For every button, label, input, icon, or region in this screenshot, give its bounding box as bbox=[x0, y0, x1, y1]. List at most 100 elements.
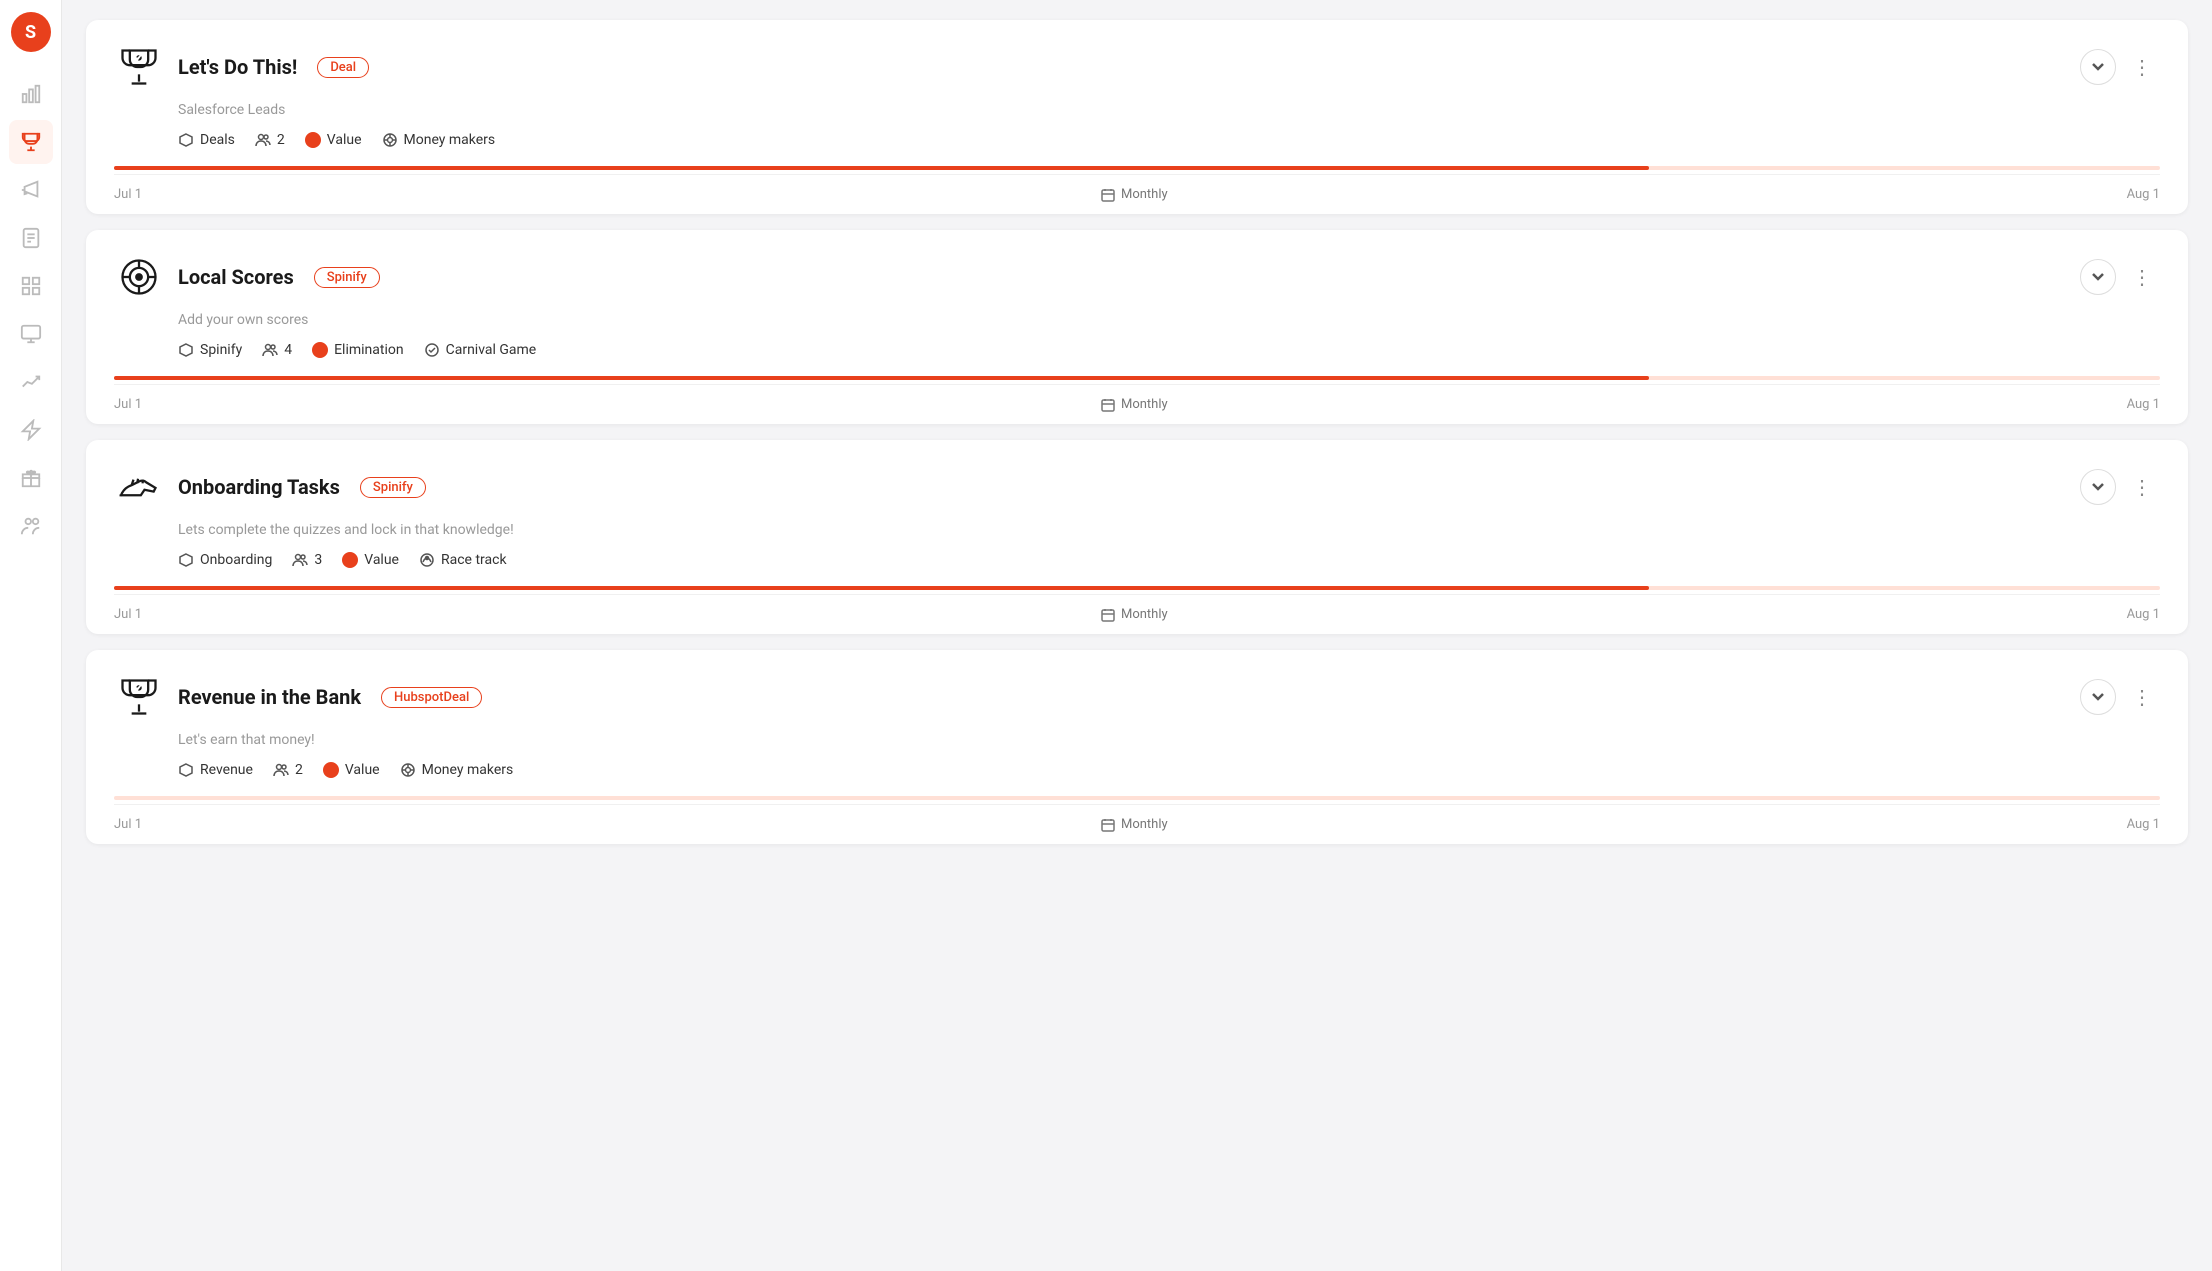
start-date-4: Jul 1 bbox=[114, 817, 142, 832]
card-subtitle-2: Add your own scores bbox=[114, 312, 2160, 328]
card-title-group-4: Revenue in the Bank HubspotDeal bbox=[178, 685, 482, 709]
more-options-button-1[interactable]: ⋮ bbox=[2124, 49, 2160, 85]
card-header-left-2: Local Scores Spinify bbox=[114, 252, 380, 302]
tag-metric-1: Deals bbox=[178, 132, 235, 148]
card-header-3: Onboarding Tasks Spinify ⋮ bbox=[114, 462, 2160, 512]
card-badge-4: HubspotDeal bbox=[381, 687, 482, 708]
card-controls-2: ⋮ bbox=[2080, 259, 2160, 295]
progress-bar-container-3 bbox=[114, 586, 2160, 590]
frequency-2: Monthly bbox=[1101, 397, 1168, 412]
card-tags-1: Deals 2 Value Money makers bbox=[114, 132, 2160, 148]
trophy-icon-4 bbox=[114, 672, 164, 722]
tag-visual-3: Race track bbox=[419, 552, 507, 568]
start-date-1: Jul 1 bbox=[114, 187, 142, 202]
card-header-1: Let's Do This! Deal ⋮ bbox=[114, 42, 2160, 92]
tag-visual-2: Carnival Game bbox=[424, 342, 537, 358]
sidebar-item-rewards[interactable] bbox=[9, 456, 53, 500]
progress-bar-container-4 bbox=[114, 796, 2160, 800]
card-header-left-3: Onboarding Tasks Spinify bbox=[114, 462, 426, 512]
end-date-2: Aug 1 bbox=[2127, 397, 2160, 412]
card-footer-3: Jul 1 Monthly Aug 1 bbox=[114, 594, 2160, 634]
value-dot-4 bbox=[323, 762, 339, 778]
trophy-icon-1 bbox=[114, 42, 164, 92]
collapse-button-4[interactable] bbox=[2080, 679, 2116, 715]
card-tags-4: Revenue 2 Value bbox=[114, 762, 2160, 778]
tag-users-1: 2 bbox=[255, 132, 285, 148]
collapse-button-3[interactable] bbox=[2080, 469, 2116, 505]
card-title-1: Let's Do This! bbox=[178, 55, 297, 79]
sidebar-item-competitions[interactable] bbox=[9, 120, 53, 164]
tag-metric-4: Revenue bbox=[178, 762, 253, 778]
card-badge-1: Deal bbox=[317, 57, 369, 78]
tag-visual-1: Money makers bbox=[382, 132, 496, 148]
tag-users-4: 2 bbox=[273, 762, 303, 778]
end-date-3: Aug 1 bbox=[2127, 607, 2160, 622]
frequency-1: Monthly bbox=[1101, 187, 1168, 202]
card-controls-4: ⋮ bbox=[2080, 679, 2160, 715]
tag-metric-2: Spinify bbox=[178, 342, 242, 358]
competition-card-3: Onboarding Tasks Spinify ⋮ Lets complete… bbox=[86, 440, 2188, 634]
collapse-button-2[interactable] bbox=[2080, 259, 2116, 295]
app-logo[interactable]: S bbox=[11, 12, 51, 52]
sidebar-item-campaigns[interactable] bbox=[9, 168, 53, 212]
more-options-button-2[interactable]: ⋮ bbox=[2124, 259, 2160, 295]
card-tags-3: Onboarding 3 Value Race track bbox=[114, 552, 2160, 568]
sidebar-item-display[interactable] bbox=[9, 312, 53, 356]
card-footer-2: Jul 1 Monthly Aug 1 bbox=[114, 384, 2160, 424]
sidebar-item-analytics[interactable] bbox=[9, 72, 53, 116]
sidebar-item-trends[interactable] bbox=[9, 360, 53, 404]
card-header-4: Revenue in the Bank HubspotDeal ⋮ bbox=[114, 672, 2160, 722]
tag-visual-4: Money makers bbox=[400, 762, 514, 778]
card-tags-2: Spinify 4 Elimination Carnival Game bbox=[114, 342, 2160, 358]
card-badge-3: Spinify bbox=[360, 477, 426, 498]
end-date-4: Aug 1 bbox=[2127, 817, 2160, 832]
tag-value-3: Value bbox=[342, 552, 399, 568]
card-title-3: Onboarding Tasks bbox=[178, 475, 340, 499]
card-header-left-1: Let's Do This! Deal bbox=[114, 42, 369, 92]
progress-bar-container-1 bbox=[114, 166, 2160, 170]
card-controls-3: ⋮ bbox=[2080, 469, 2160, 505]
start-date-3: Jul 1 bbox=[114, 607, 142, 622]
card-title-group-3: Onboarding Tasks Spinify bbox=[178, 475, 426, 499]
card-subtitle-3: Lets complete the quizzes and lock in th… bbox=[114, 522, 2160, 538]
frequency-3: Monthly bbox=[1101, 607, 1168, 622]
competition-card-1: Let's Do This! Deal ⋮ Salesforce Leads D… bbox=[86, 20, 2188, 214]
card-title-group-2: Local Scores Spinify bbox=[178, 265, 380, 289]
collapse-button-1[interactable] bbox=[2080, 49, 2116, 85]
sidebar-item-integrations[interactable] bbox=[9, 408, 53, 452]
tag-users-2: 4 bbox=[262, 342, 292, 358]
card-title-group-1: Let's Do This! Deal bbox=[178, 55, 369, 79]
card-header-2: Local Scores Spinify ⋮ bbox=[114, 252, 2160, 302]
card-title-2: Local Scores bbox=[178, 265, 294, 289]
target-icon-2 bbox=[114, 252, 164, 302]
sidebar: S bbox=[0, 0, 62, 1271]
tag-metric-3: Onboarding bbox=[178, 552, 272, 568]
card-header-left-4: Revenue in the Bank HubspotDeal bbox=[114, 672, 482, 722]
competition-card-4: Revenue in the Bank HubspotDeal ⋮ Let's … bbox=[86, 650, 2188, 844]
card-controls-1: ⋮ bbox=[2080, 49, 2160, 85]
progress-bar-1 bbox=[114, 166, 1649, 170]
sidebar-item-users[interactable] bbox=[9, 504, 53, 548]
sidebar-item-reports[interactable] bbox=[9, 216, 53, 260]
progress-bar-3 bbox=[114, 586, 1649, 590]
more-options-button-3[interactable]: ⋮ bbox=[2124, 469, 2160, 505]
sidebar-item-boards[interactable] bbox=[9, 264, 53, 308]
progress-bar-2 bbox=[114, 376, 1649, 380]
end-date-1: Aug 1 bbox=[2127, 187, 2160, 202]
card-subtitle-1: Salesforce Leads bbox=[114, 102, 2160, 118]
more-options-button-4[interactable]: ⋮ bbox=[2124, 679, 2160, 715]
competition-card-2: Local Scores Spinify ⋮ Add your own scor… bbox=[86, 230, 2188, 424]
tag-value-1: Value bbox=[305, 132, 362, 148]
frequency-4: Monthly bbox=[1101, 817, 1168, 832]
card-title-4: Revenue in the Bank bbox=[178, 685, 361, 709]
card-subtitle-4: Let's earn that money! bbox=[114, 732, 2160, 748]
value-dot-1 bbox=[305, 132, 321, 148]
shoe-icon-3 bbox=[114, 462, 164, 512]
card-footer-1: Jul 1 Monthly Aug 1 bbox=[114, 174, 2160, 214]
tag-value-4: Value bbox=[323, 762, 380, 778]
tag-value-2: Elimination bbox=[312, 342, 404, 358]
card-footer-4: Jul 1 Monthly Aug 1 bbox=[114, 804, 2160, 844]
start-date-2: Jul 1 bbox=[114, 397, 142, 412]
progress-bar-container-2 bbox=[114, 376, 2160, 380]
tag-users-3: 3 bbox=[292, 552, 322, 568]
